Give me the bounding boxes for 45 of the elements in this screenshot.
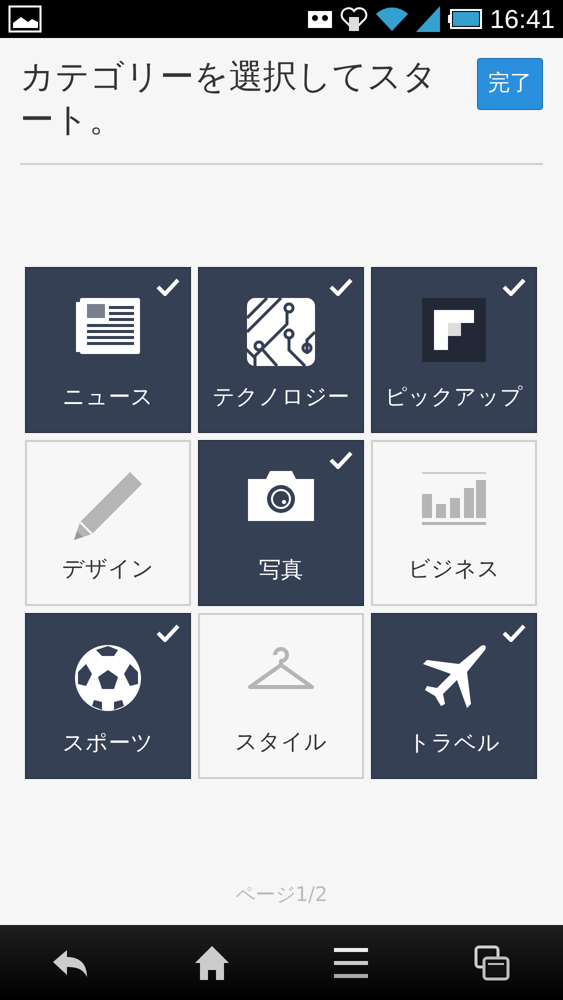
check-icon xyxy=(502,624,526,642)
page-title: カテゴリーを選択してスタート。 xyxy=(20,56,438,141)
battery-icon xyxy=(448,9,482,29)
newspaper-icon xyxy=(76,298,140,354)
menu-icon[interactable] xyxy=(334,948,368,978)
category-label: デザイン xyxy=(62,556,154,584)
airplane-icon xyxy=(421,644,487,710)
category-tile[interactable]: デザイン xyxy=(25,440,191,606)
square-logo-icon xyxy=(422,298,486,362)
heart-icon xyxy=(340,5,368,33)
circuit-board-icon xyxy=(247,298,315,366)
check-icon xyxy=(329,451,353,469)
category-tile[interactable]: ピックアップ xyxy=(371,267,537,433)
category-tile[interactable]: スポーツ xyxy=(25,613,191,779)
category-label: スタイル xyxy=(235,729,327,757)
clock-time: 16:41 xyxy=(490,3,555,36)
category-tile[interactable]: テクノロジー xyxy=(198,267,364,433)
check-icon xyxy=(502,278,526,296)
camera-icon xyxy=(248,471,314,521)
back-icon[interactable] xyxy=(52,948,89,976)
category-tile[interactable]: スタイル xyxy=(198,613,364,779)
category-tile[interactable]: ニュース xyxy=(25,267,191,433)
category-label: テクノロジー xyxy=(212,384,350,412)
check-icon xyxy=(329,278,353,296)
category-label: スポーツ xyxy=(62,730,154,758)
category-label: ピックアップ xyxy=(385,384,523,412)
category-label: トラベル xyxy=(408,730,500,758)
category-tile[interactable]: 写真 xyxy=(198,440,364,606)
wifi-icon xyxy=(376,7,408,31)
voicemail-icon xyxy=(308,9,332,29)
soccer-ball-icon xyxy=(74,644,142,712)
pencil-icon xyxy=(74,472,142,540)
category-label: ニュース xyxy=(62,384,154,412)
home-icon[interactable] xyxy=(194,946,229,980)
category-label: 写真 xyxy=(259,557,303,585)
category-label: ビジネス xyxy=(408,556,500,584)
category-tile[interactable]: トラベル xyxy=(371,613,537,779)
bar-chart-icon xyxy=(422,472,486,526)
check-icon xyxy=(156,624,180,642)
image-icon xyxy=(8,5,42,33)
signal-icon xyxy=(416,6,440,32)
check-icon xyxy=(156,278,180,296)
recent-apps-icon[interactable] xyxy=(474,944,510,980)
category-tile[interactable]: ビジネス xyxy=(371,440,537,606)
page-indicator: ページ1/2 xyxy=(235,882,328,906)
